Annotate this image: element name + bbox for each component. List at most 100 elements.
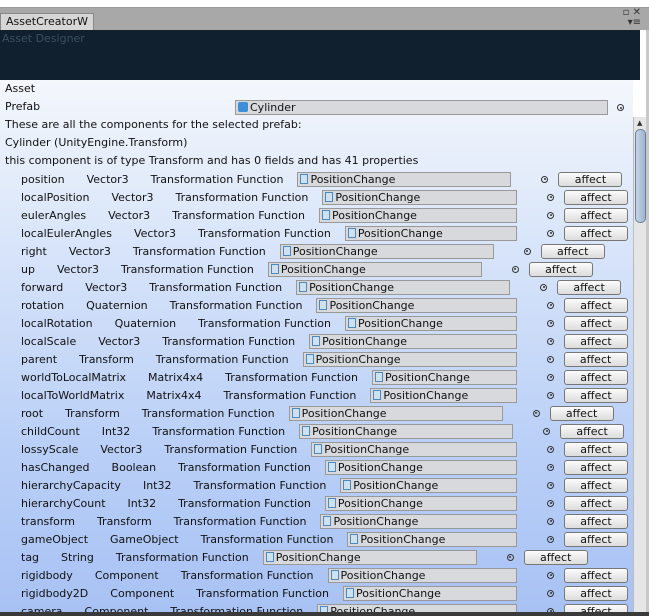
function-field[interactable]: PositionChange bbox=[297, 171, 512, 187]
function-field[interactable]: PositionChange bbox=[324, 495, 517, 511]
property-type: Vector3 bbox=[108, 208, 151, 222]
affect-button[interactable]: affect bbox=[523, 549, 588, 565]
object-picker-icon[interactable] bbox=[547, 211, 554, 219]
affect-button[interactable]: affect bbox=[564, 585, 628, 601]
function-field[interactable]: PositionChange bbox=[324, 459, 517, 475]
property-type: String bbox=[61, 550, 94, 564]
affect-button[interactable]: affect bbox=[528, 261, 593, 277]
function-field[interactable]: PositionChange bbox=[327, 567, 517, 583]
affect-button[interactable]: affect bbox=[564, 495, 628, 511]
function-value: PositionChange bbox=[357, 226, 443, 240]
prefab-field[interactable]: Cylinder bbox=[235, 100, 608, 115]
asset-label: Asset bbox=[5, 82, 36, 95]
property-function-label: Transformation Function bbox=[175, 190, 309, 204]
function-field[interactable]: PositionChange bbox=[370, 387, 517, 403]
function-field[interactable]: PositionChange bbox=[340, 477, 517, 493]
function-field[interactable]: PositionChange bbox=[309, 333, 517, 349]
function-field[interactable]: PositionChange bbox=[322, 189, 517, 205]
object-picker-icon[interactable] bbox=[547, 535, 554, 543]
object-picker-icon[interactable] bbox=[511, 265, 519, 273]
affect-button[interactable]: affect bbox=[564, 477, 628, 493]
function-field[interactable]: PositionChange bbox=[311, 441, 517, 457]
affect-button[interactable]: affect bbox=[564, 315, 628, 331]
affect-button[interactable]: affect bbox=[557, 279, 622, 295]
script-icon bbox=[319, 299, 328, 310]
affect-button[interactable]: affect bbox=[564, 441, 628, 457]
object-picker-icon[interactable] bbox=[547, 373, 554, 381]
affect-button[interactable]: affect bbox=[558, 171, 623, 187]
object-picker-icon[interactable] bbox=[547, 229, 554, 237]
object-picker-icon[interactable] bbox=[547, 445, 554, 453]
object-picker-icon[interactable] bbox=[547, 193, 554, 201]
affect-button[interactable]: affect bbox=[564, 531, 628, 547]
object-picker-icon[interactable] bbox=[541, 175, 549, 183]
object-picker-icon[interactable] bbox=[547, 337, 554, 345]
function-field[interactable]: PositionChange bbox=[262, 549, 477, 565]
affect-button[interactable]: affect bbox=[564, 567, 628, 583]
object-picker-icon[interactable] bbox=[547, 463, 554, 471]
object-picker-icon[interactable] bbox=[547, 301, 554, 309]
object-picker-icon[interactable] bbox=[547, 319, 554, 327]
object-picker-icon[interactable] bbox=[532, 409, 540, 417]
function-field[interactable]: PositionChange bbox=[302, 351, 517, 367]
function-field[interactable]: PositionChange bbox=[279, 243, 494, 259]
affect-button[interactable]: affect bbox=[564, 513, 628, 529]
affect-button[interactable]: affect bbox=[564, 297, 628, 313]
affect-button[interactable]: affect bbox=[540, 243, 605, 259]
object-picker-icon[interactable] bbox=[547, 517, 554, 525]
affect-button[interactable]: affect bbox=[564, 387, 628, 403]
scroll-up-icon[interactable]: ▲ bbox=[637, 119, 642, 127]
property-row: hierarchyCapacity Int32 Transformation F… bbox=[21, 476, 628, 494]
function-field[interactable]: PositionChange bbox=[316, 297, 517, 313]
object-picker-icon[interactable] bbox=[506, 553, 514, 561]
object-picker-icon[interactable] bbox=[543, 427, 551, 435]
function-field[interactable]: PositionChange bbox=[344, 225, 517, 241]
property-row: camera Component Transformation Function… bbox=[21, 602, 628, 612]
object-picker-icon[interactable] bbox=[547, 499, 554, 507]
affect-button[interactable]: affect bbox=[549, 405, 614, 421]
property-row: eulerAngles Vector3 Transformation Funct… bbox=[21, 206, 628, 224]
object-picker-icon[interactable] bbox=[547, 571, 554, 579]
menu-icon[interactable]: ▾≡ bbox=[628, 17, 641, 28]
function-field[interactable]: PositionChange bbox=[344, 315, 517, 331]
script-icon bbox=[305, 353, 314, 364]
affect-button[interactable]: affect bbox=[564, 603, 628, 612]
object-picker-icon[interactable] bbox=[546, 355, 554, 363]
function-field[interactable]: PositionChange bbox=[319, 207, 517, 223]
function-field[interactable]: PositionChange bbox=[342, 585, 517, 601]
function-field[interactable]: PositionChange bbox=[320, 513, 517, 529]
property-type: Vector3 bbox=[100, 442, 143, 456]
object-picker-icon[interactable] bbox=[547, 589, 554, 597]
property-type: Int32 bbox=[127, 496, 157, 510]
object-picker-icon[interactable] bbox=[617, 104, 624, 111]
vertical-scrollbar[interactable]: ▲ bbox=[633, 117, 646, 612]
affect-button[interactable]: affect bbox=[563, 351, 628, 367]
window-tab[interactable]: AssetCreatorW bbox=[0, 13, 94, 30]
affect-button[interactable]: affect bbox=[560, 423, 625, 439]
object-picker-icon[interactable] bbox=[547, 481, 554, 489]
function-field[interactable]: PositionChange bbox=[317, 603, 517, 613]
affect-button[interactable]: affect bbox=[564, 207, 628, 223]
function-field[interactable]: PositionChange bbox=[267, 261, 482, 277]
affect-button[interactable]: affect bbox=[564, 369, 628, 385]
scrollbar-thumb[interactable] bbox=[635, 129, 646, 223]
function-field[interactable]: PositionChange bbox=[296, 279, 511, 295]
function-field[interactable]: PositionChange bbox=[299, 423, 514, 439]
affect-button[interactable]: affect bbox=[564, 225, 628, 241]
property-row: root Transform Transformation Function P… bbox=[21, 404, 628, 422]
affect-button[interactable]: affect bbox=[564, 189, 628, 205]
function-value: PositionChange bbox=[330, 604, 416, 613]
property-type: Int32 bbox=[142, 478, 172, 492]
property-type: Int32 bbox=[101, 424, 131, 438]
function-field[interactable]: PositionChange bbox=[347, 531, 517, 547]
property-function-label: Transformation Function bbox=[223, 388, 357, 402]
affect-button[interactable]: affect bbox=[564, 333, 628, 349]
object-picker-icon[interactable] bbox=[540, 283, 548, 291]
function-field[interactable]: PositionChange bbox=[371, 369, 517, 385]
script-icon bbox=[373, 389, 382, 400]
object-picker-icon[interactable] bbox=[547, 391, 554, 399]
object-picker-icon[interactable] bbox=[523, 247, 531, 255]
property-row: rigidbody2D Component Transformation Fun… bbox=[21, 584, 628, 602]
function-field[interactable]: PositionChange bbox=[288, 405, 503, 421]
affect-button[interactable]: affect bbox=[564, 459, 628, 475]
